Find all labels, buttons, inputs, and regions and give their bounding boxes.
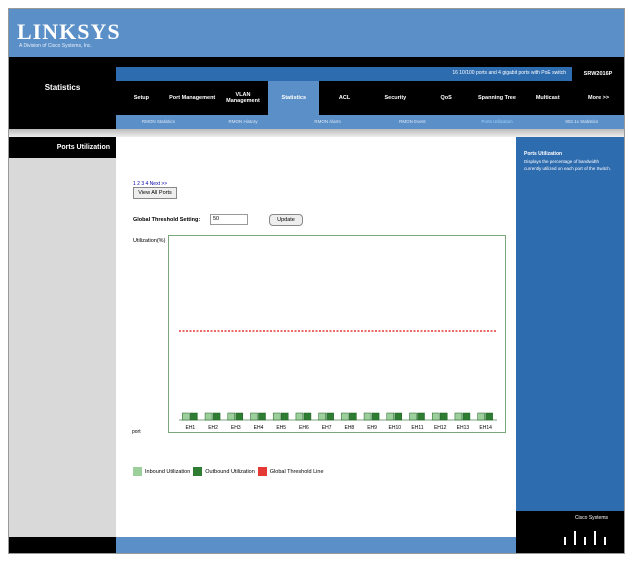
tick-label-eh13: EH13: [457, 425, 470, 431]
tab-setup[interactable]: Setup: [116, 81, 167, 115]
bar-inbound-eh1: [182, 412, 190, 421]
bar-outbound-eh11: [417, 412, 425, 421]
bar-inbound-eh14: [477, 412, 485, 421]
header-banner: LINKSYS A Division of Cisco Systems, Inc…: [9, 9, 624, 57]
model-number: SRW2016P: [572, 67, 624, 81]
tick-label-eh6: EH6: [299, 425, 309, 431]
tab-qos[interactable]: QoS: [421, 81, 472, 115]
left-nav: Ports Utilization: [9, 137, 116, 537]
bar-inbound-eh4: [250, 412, 258, 421]
view-all-ports-button[interactable]: View All Ports: [133, 187, 177, 199]
help-title: Ports Utilization: [524, 151, 563, 157]
bar-inbound-eh6: [295, 412, 304, 421]
tab-vlan-management[interactable]: VLAN Management: [218, 81, 269, 115]
device-info-strip: 16 10/100 ports and 4 gigabit ports with…: [116, 67, 624, 81]
footer-blue-strip: [116, 537, 516, 553]
subtab-802-1x-statistics[interactable]: 802.1x Statistics: [539, 115, 624, 129]
threshold-label: Global Threshold Setting:: [133, 217, 201, 223]
bar-outbound-eh2: [212, 412, 221, 421]
linksys-logo: LINKSYS: [17, 19, 121, 44]
bar-inbound-eh7: [318, 412, 326, 421]
tab-statistics[interactable]: Statistics: [268, 81, 320, 115]
subtab-rmon-event[interactable]: RMON Event: [370, 115, 455, 129]
bar-inbound-eh9: [363, 412, 372, 421]
device-description: 16 10/100 ports and 4 gigabit ports with…: [452, 70, 566, 76]
help-text: Displays the percentage of bandwidth cur…: [524, 159, 612, 171]
tick-label-eh2: EH2: [208, 425, 218, 431]
tick-label-eh7: EH7: [322, 425, 332, 431]
tab-security[interactable]: Security: [370, 81, 421, 115]
tick-label-eh8: EH8: [344, 425, 354, 431]
bar-outbound-eh4: [258, 412, 266, 421]
bar-outbound-eh13: [462, 412, 471, 421]
legend-outbound-label: Outbound Utilization: [205, 468, 255, 475]
sub-tabs: RMON Statistics RMON History RMON Alarm RMO…: [116, 115, 624, 129]
tick-label-eh5: EH5: [276, 425, 286, 431]
tick-label-eh14: EH14: [479, 425, 492, 431]
bar-outbound-eh6: [303, 412, 312, 421]
chart-legend: Inbound Utilization Outbound Utilization…: [133, 467, 324, 476]
subtab-rmon-history[interactable]: RMON History: [201, 115, 286, 129]
tick-label-eh11: EH11: [411, 425, 423, 431]
cisco-logo-box: Cisco Systems: [516, 511, 624, 553]
update-button[interactable]: Update: [269, 214, 303, 226]
cisco-systems-text: Cisco Systems: [574, 515, 608, 521]
bar-inbound-eh5: [272, 412, 281, 421]
legend-inbound-swatch: [133, 467, 142, 476]
header-divider: [9, 57, 624, 67]
legend-threshold-label: Global Threshold Line: [269, 468, 324, 475]
subtab-rmon-alarm[interactable]: RMON Alarm: [285, 115, 370, 129]
bar-inbound-eh11: [409, 412, 417, 421]
bar-outbound-eh3: [235, 412, 244, 421]
tab-acl[interactable]: ACL: [319, 81, 370, 115]
tick-label-eh12: EH12: [434, 425, 447, 431]
tick-label-eh4: EH4: [254, 425, 264, 431]
bar-outbound-eh7: [326, 412, 334, 421]
bar-inbound-eh8: [341, 412, 349, 421]
main-tabs: Setup Port Management VLAN Management Stati…: [116, 81, 624, 115]
tab-port-management[interactable]: Port Management: [167, 81, 218, 115]
tick-label-eh9: EH9: [367, 425, 377, 431]
tab-multicast[interactable]: Multicast: [522, 81, 573, 115]
tab-spanning-tree[interactable]: Spanning Tree: [472, 81, 523, 115]
y-axis-label: Utilization(%): [133, 238, 166, 244]
subtab-rmon-statistics[interactable]: RMON Statistics: [116, 115, 201, 129]
section-title: Statistics: [9, 67, 116, 129]
legend-outbound-swatch: [193, 467, 203, 476]
bar-outbound-eh14: [485, 412, 493, 421]
bar-inbound-eh3: [227, 412, 236, 421]
app-frame: LINKSYS A Division of Cisco Systems, Inc…: [8, 8, 625, 554]
bar-outbound-eh1: [190, 412, 198, 421]
bar-outbound-eh8: [349, 412, 357, 421]
bar-outbound-eh5: [280, 412, 289, 421]
help-panel: Ports Utilization Displays the percentag…: [516, 137, 624, 537]
bar-outbound-eh10: [394, 412, 403, 421]
gradient-stripe: [9, 129, 624, 137]
chart-svg: EH1 EH2 EH3 EH4 EH5 EH6 EH7 EH8 EH9 EH10 EH11 EH12 E…: [179, 330, 497, 431]
tab-more[interactable]: More >>: [573, 81, 624, 115]
tick-label-eh10: EH10: [389, 425, 402, 431]
x-axis-label: port: [132, 429, 141, 435]
bar-outbound-eh12: [439, 412, 448, 421]
tick-label-eh3: EH3: [231, 425, 241, 431]
main-content: 1 2 3 4 Next >> View All Ports Global Th…: [116, 137, 516, 537]
bar-inbound-eh12: [431, 412, 440, 421]
utilization-chart: EH1 EH2 EH3 EH4 EH5 EH6 EH7 EH8 EH9 EH10 EH11 EH12 E…: [168, 235, 506, 433]
bar-outbound-eh9: [371, 412, 380, 421]
legend-inbound-label: Inbound Utilization: [145, 468, 191, 475]
subtab-ports-utilization[interactable]: Ports Utilization: [455, 115, 540, 129]
logo-subtitle: A Division of Cisco Systems, Inc.: [19, 43, 92, 49]
bar-inbound-eh10: [386, 412, 395, 421]
bar-inbound-eh2: [204, 412, 213, 421]
legend-threshold-swatch: [257, 467, 267, 476]
threshold-input[interactable]: 50: [210, 214, 248, 225]
bar-inbound-eh13: [454, 412, 463, 421]
tick-label-eh1: EH1: [185, 425, 195, 431]
nav-item-ports-utilization[interactable]: Ports Utilization: [9, 137, 116, 158]
